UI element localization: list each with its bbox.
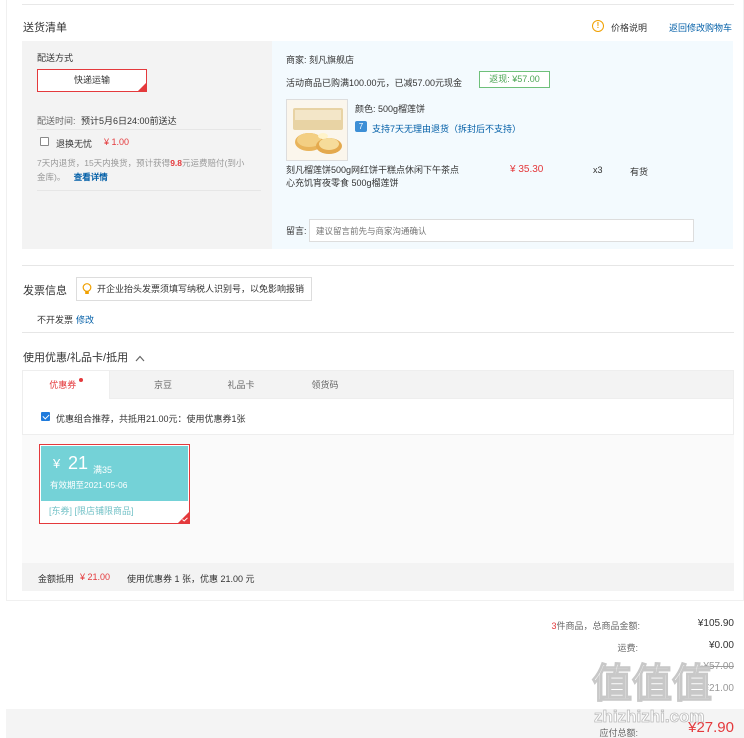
selected-corner-icon <box>138 83 146 91</box>
return-desc-part: 7天内退货，15天内换货，预计获得 <box>37 158 171 168</box>
info-icon: ! <box>592 20 604 32</box>
item-title-line1: 刻凡榴莲饼500g网红饼干糕点休闲下午茶点 <box>286 165 460 175</box>
tab-jingdou[interactable]: 京豆 <box>133 371 193 399</box>
return-policy-text: 支持7天无理由退货（拆封后不支持） <box>372 124 522 134</box>
tab-pickup-code[interactable]: 领货码 <box>295 371 355 399</box>
note-label: 留言: <box>286 226 307 236</box>
coupon-tabs: 优惠券 京豆 礼品卡 领货码 <box>22 370 734 399</box>
invoice-tip: 开企业抬头发票须填写纳税人识别号，以免影响报销 <box>76 277 312 301</box>
return-desc-highlight: 9.8 <box>170 158 183 168</box>
invoice-edit-link[interactable]: 修改 <box>76 313 94 326</box>
promo-text: 活动商品已购满100.00元，已减57.00元现金 <box>286 78 463 88</box>
price-note-link[interactable]: 价格说明 <box>611 21 647 34</box>
delivery-section-title: 送货清单 <box>23 22 67 34</box>
invoice-tip-text: 开企业抬头发票须填写纳税人识别号，以免影响报销 <box>97 284 305 294</box>
combo-recommend-checkbox[interactable] <box>41 412 50 421</box>
summary-label: 金额抵用 <box>38 574 75 584</box>
item-title[interactable]: 刻凡榴莲饼500g网红饼干糕点休闲下午茶点 心充饥宵夜零食 500g榴莲饼 <box>286 164 486 190</box>
summary-desc: 使用优惠券 1 张，优惠 21.00 元 <box>127 574 255 584</box>
lightbulb-icon <box>82 283 92 294</box>
return-badge-icon: 7 <box>355 121 367 132</box>
return-desc-part: 金库)。 <box>37 172 66 182</box>
tab-coupon[interactable]: 优惠券 <box>23 371 110 399</box>
product-photo-icon <box>287 100 347 160</box>
item-title-line2: 心充饥宵夜零食 500g榴莲饼 <box>286 178 399 188</box>
section-divider <box>22 265 734 266</box>
invoice-section-title: 发票信息 <box>23 285 67 297</box>
shop-name: 商家: 刻凡旗舰店 <box>286 55 355 65</box>
note-input[interactable] <box>309 219 694 242</box>
return-service-desc: 7天内退货，15天内换货，预计获得9.8元运费赔付(到小 金库)。 查看详情 <box>37 156 263 184</box>
ship-time-label: 配送时间: <box>37 116 76 126</box>
back-to-cart-link[interactable]: 返回修改购物车 <box>669 21 732 34</box>
summary-amount: ¥ 21.00 <box>80 572 111 582</box>
return-divider <box>37 190 261 191</box>
goods-total-amount: ¥105.90 <box>697 618 734 629</box>
coupon-section-toggle[interactable]: 使用优惠/礼品卡/抵用 <box>23 349 145 365</box>
ship-time-row: 配送时间: 预计5月6日24:00前送达 <box>37 114 177 127</box>
ship-divider <box>37 129 261 130</box>
combo-recommend-text: 优惠组合推荐，共抵用21.00元：使用优惠券1张 <box>56 414 246 424</box>
coupon-card[interactable]: ¥ 21 满35 有效期至2021-05-06 [东券] [限店铺限商品] <box>39 444 190 524</box>
return-service-label: 退换无忧 <box>56 139 93 149</box>
goods-count-label: 件商品，总商品金额: <box>556 621 640 631</box>
ship-method-option[interactable]: 快递运输 <box>37 69 147 92</box>
payable-label: 应付总额: <box>599 728 638 738</box>
item-price: ¥ 35.30 <box>510 164 544 175</box>
check-icon <box>182 517 188 522</box>
coupon-header: ¥ 21 满35 有效期至2021-05-06 <box>41 446 188 501</box>
coupon-amount: 21 <box>68 453 89 473</box>
return-service-price: ¥ 1.00 <box>104 137 130 147</box>
coupon-valid-date: 有效期至2021-05-06 <box>50 480 128 490</box>
ship-time-value: 预计5月6日24:00前送达 <box>81 116 177 126</box>
ship-method-value: 快递运输 <box>73 75 110 85</box>
coupon-tags: [东券] [限店铺限商品] <box>49 506 134 516</box>
tab-giftcard[interactable]: 礼品卡 <box>211 371 271 399</box>
return-service-checkbox[interactable] <box>40 137 49 146</box>
ship-method-label: 配送方式 <box>37 53 74 63</box>
watermark-site: zhizhizhi.com <box>594 707 705 727</box>
new-dot-icon <box>78 378 83 382</box>
view-details-link[interactable]: 查看详情 <box>74 172 108 182</box>
watermark-logo: 值值值 <box>591 661 712 706</box>
section-divider <box>22 332 734 333</box>
item-qty: x3 <box>593 165 603 175</box>
invoice-status: 不开发票 <box>37 315 74 325</box>
return-desc-part: 元运费赔付(到小 <box>182 158 245 168</box>
item-stock: 有货 <box>630 167 649 177</box>
top-divider <box>22 4 734 5</box>
coupon-condition: 满35 <box>93 465 113 475</box>
item-color: 颜色: 500g榴莲饼 <box>355 104 426 114</box>
shipping-amount: ¥0.00 <box>708 640 734 651</box>
coupon-section-title: 使用优惠/礼品卡/抵用 <box>23 352 129 364</box>
tab-coupon-label: 优惠券 <box>49 380 77 390</box>
rebate-tag: 返现: ¥57.00 <box>479 71 550 88</box>
coupon-currency: ¥ <box>53 456 61 471</box>
product-image[interactable] <box>286 99 348 161</box>
chevron-up-icon <box>135 355 145 361</box>
goods-total-label: 3件商品，总商品金额: <box>500 619 640 632</box>
